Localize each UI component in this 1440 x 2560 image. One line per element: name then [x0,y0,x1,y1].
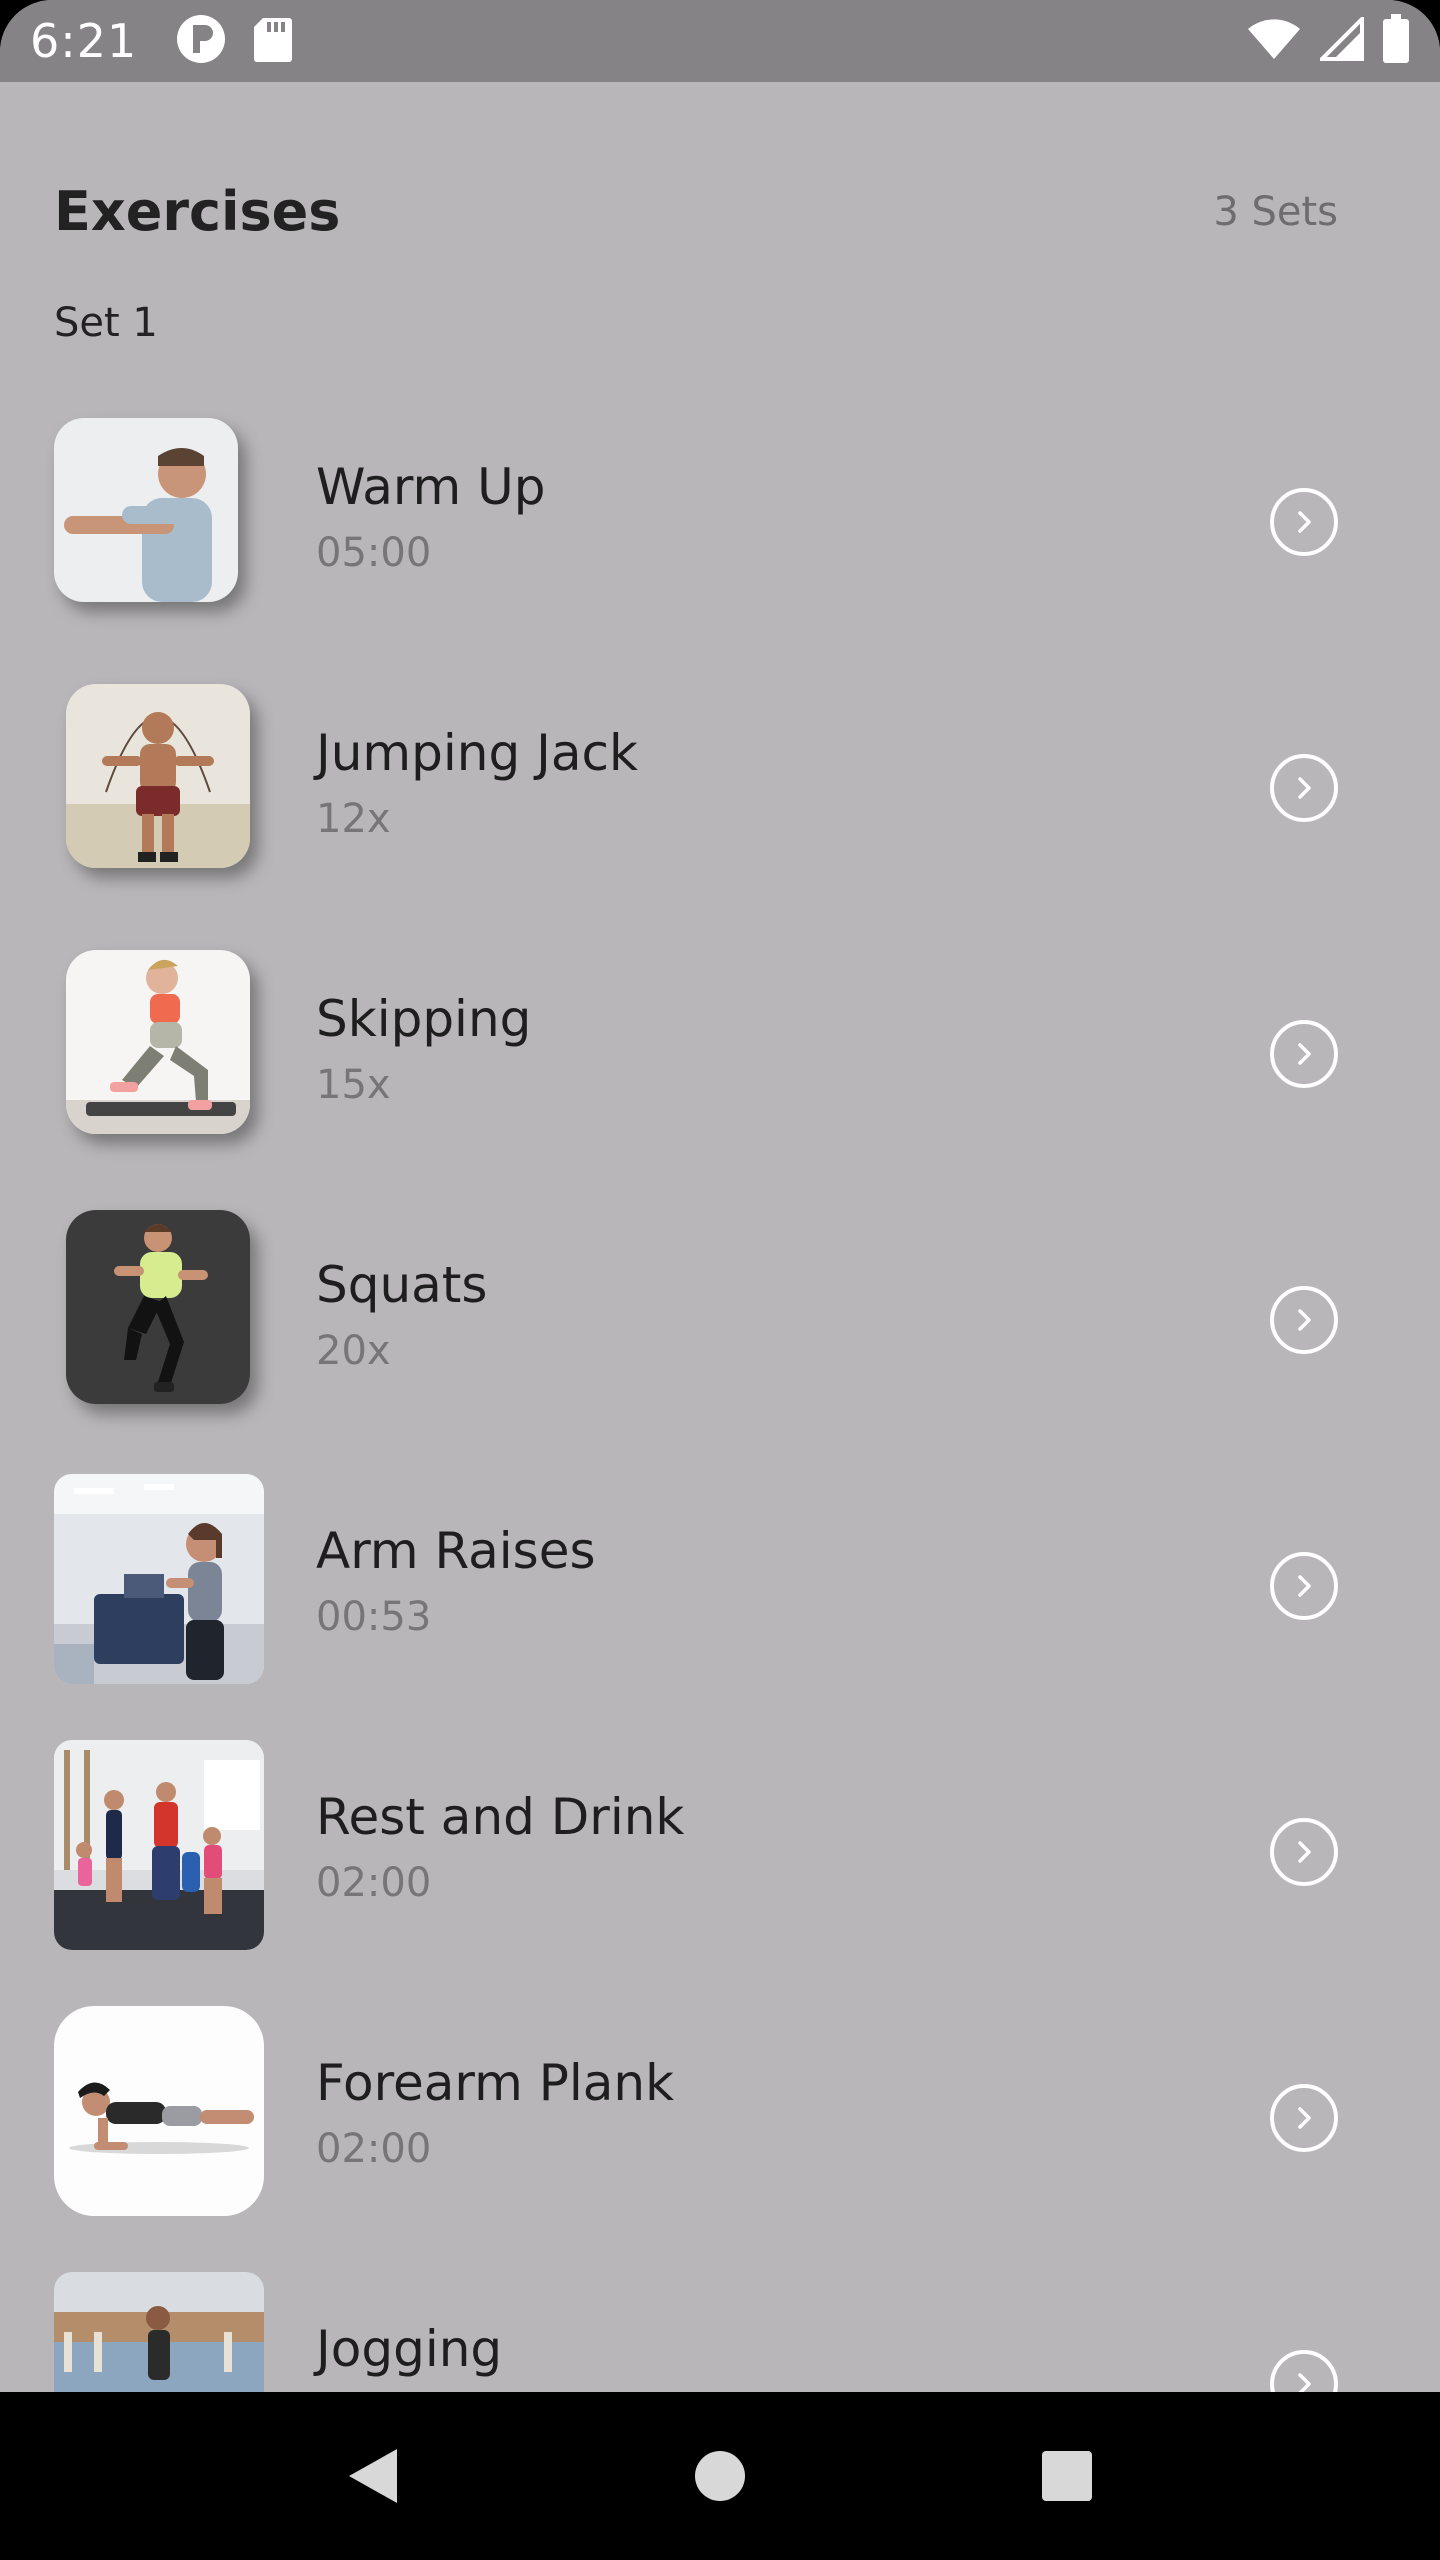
chevron-right-icon[interactable] [1270,1020,1338,1088]
exercises-screen: 6:21 Exercises 3 Sets Set 1 Warm Up 05:0… [0,0,1440,2560]
exercise-meta: 02:00 [316,2126,432,2172]
chevron-right-icon[interactable] [1270,1552,1338,1620]
exercise-name: Jumping Jack [316,724,638,782]
exercise-name: Rest and Drink [316,1788,685,1846]
exercise-meta: 00:53 [316,1594,432,1640]
exercise-name: Jogging [316,2320,503,2378]
wifi-icon [1246,17,1302,65]
list-item[interactable]: Skipping 15x [0,932,1440,1198]
list-item[interactable]: Warm Up 05:00 [0,400,1440,666]
list-item[interactable]: Rest and Drink 02:00 [0,1730,1440,1996]
list-item[interactable]: Arm Raises 00:53 [0,1464,1440,1730]
battery-icon [1382,14,1410,68]
exercise-meta: 20x [316,1328,391,1374]
list-item[interactable]: Squats 20x [0,1198,1440,1464]
chevron-right-icon[interactable] [1270,754,1338,822]
back-icon[interactable] [323,2426,423,2526]
sd-card-icon [253,16,293,66]
exercise-meta: 05:00 [316,530,432,576]
p-icon [175,13,227,69]
chevron-right-icon[interactable] [1270,2084,1338,2152]
exercise-image [66,1210,250,1404]
header: Exercises 3 Sets [54,180,1338,243]
exercise-name: Squats [316,1256,488,1314]
exercise-name: Arm Raises [316,1522,596,1580]
list-item[interactable]: Forearm Plank 02:00 [0,1996,1440,2262]
set-label: Set 1 [54,300,158,346]
list-item[interactable]: Jumping Jack 12x [0,666,1440,932]
exercise-name: Warm Up [316,458,546,516]
exercise-image [66,950,250,1134]
exercise-image [54,2006,264,2216]
exercise-image [66,684,250,868]
chevron-right-icon[interactable] [1270,488,1338,556]
exercise-image [54,1740,264,1950]
chevron-right-icon[interactable] [1270,1286,1338,1354]
exercise-name: Skipping [316,990,532,1048]
signal-icon [1317,14,1364,65]
navigation-bar [0,2392,1440,2560]
exercise-meta: 12x [316,796,391,842]
exercise-image [54,1474,264,1684]
exercise-name: Forearm Plank [316,2054,675,2112]
exercise-image [54,418,238,602]
home-icon[interactable] [670,2426,770,2526]
exercise-meta: 15x [316,1062,391,1108]
page-title: Exercises [54,180,341,243]
status-bar: 6:21 [0,0,1440,82]
status-time: 6:21 [30,14,138,68]
recents-icon[interactable] [1017,2426,1117,2526]
chevron-right-icon[interactable] [1270,1818,1338,1886]
exercise-meta: 02:00 [316,1860,432,1906]
sets-count: 3 Sets [1213,188,1338,235]
